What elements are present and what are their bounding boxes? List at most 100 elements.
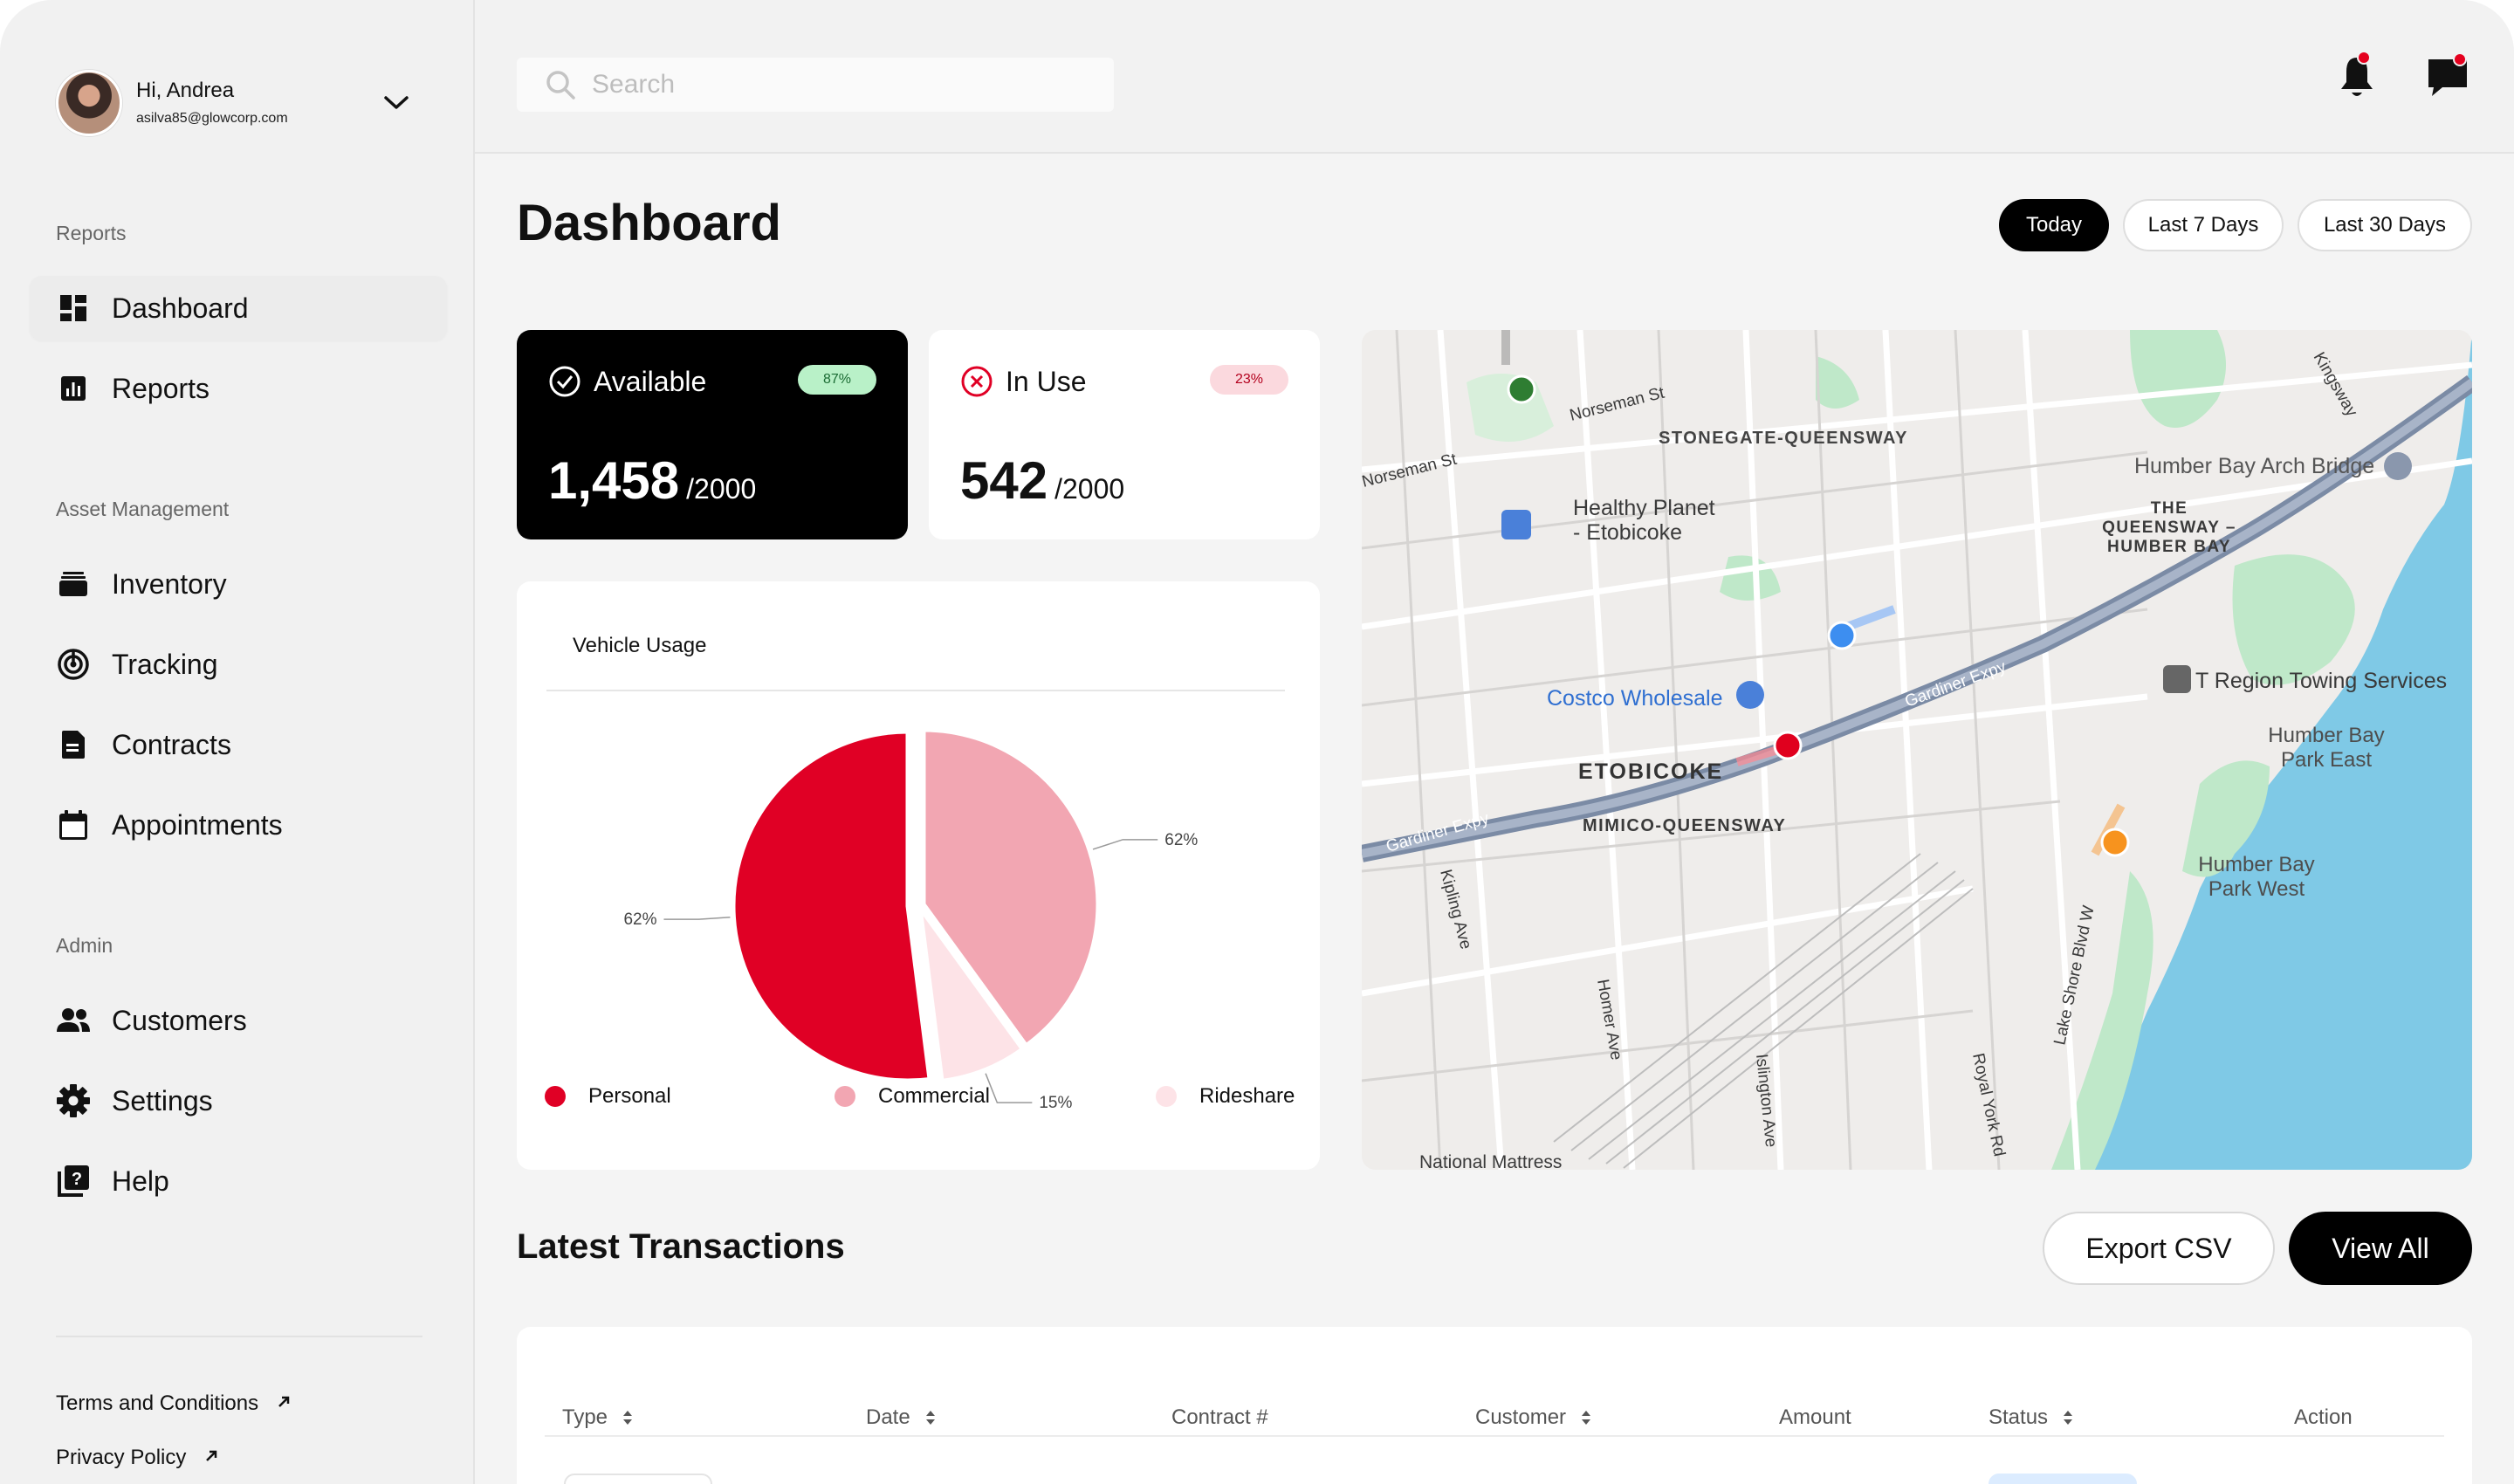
map-label: T Region Towing Services	[2195, 669, 2447, 693]
search-placeholder: Search	[592, 70, 676, 99]
available-card[interactable]: Available 87% 1,458/2000	[517, 330, 908, 539]
external-link-icon	[276, 1391, 292, 1416]
transactions-table: Type Date Contract # Customer Amount Sta…	[517, 1327, 2472, 1484]
available-header: Available	[548, 365, 706, 398]
sidebar-item-settings[interactable]: Settings	[30, 1068, 447, 1133]
map-label: Healthy Planet	[1573, 496, 1715, 520]
filter-today[interactable]: Today	[1999, 199, 2109, 251]
column-header-customer[interactable]: Customer	[1475, 1405, 1592, 1430]
column-header-action: Action	[2294, 1405, 2353, 1430]
in-use-label: In Use	[1006, 365, 1087, 397]
sidebar-item-help[interactable]: ? Help	[30, 1149, 447, 1213]
sidebar-item-reports[interactable]: Reports	[30, 356, 447, 421]
user-greeting: Hi, Andrea	[136, 79, 235, 102]
sidebar-item-label: Dashboard	[112, 292, 249, 324]
sidebar-divider	[56, 1336, 422, 1337]
chart-icon	[54, 369, 93, 408]
status-chip	[1989, 1474, 2137, 1484]
sidebar: Hi, Andrea asilva85@glowcorp.com Reports…	[0, 0, 475, 1484]
column-label: Customer	[1475, 1405, 1567, 1429]
calendar-icon	[54, 806, 93, 844]
available-badge: 87%	[798, 365, 876, 395]
vehicle-usage-title: Vehicle Usage	[573, 634, 707, 657]
check-circle-icon	[549, 366, 580, 397]
column-label: Status	[1989, 1405, 2049, 1429]
sidebar-item-label: Tracking	[112, 648, 218, 680]
legend-rideshare: Rideshare	[1156, 1084, 1295, 1109]
column-header-status[interactable]: Status	[1989, 1405, 2074, 1430]
user-email: asilva85@glowcorp.com	[136, 111, 288, 126]
document-icon	[54, 725, 93, 764]
legend-commercial: Commercial	[835, 1084, 990, 1109]
table-header-divider	[545, 1435, 2444, 1437]
legend-swatch	[545, 1086, 566, 1107]
pie-leader-line	[985, 1073, 1033, 1103]
export-csv-button[interactable]: Export CSV	[2043, 1212, 2275, 1285]
map-label: Park West	[2208, 877, 2305, 901]
map-label: Park East	[2281, 748, 2372, 772]
dashboard-icon	[54, 289, 93, 327]
map-label: National Mattress	[1419, 1152, 1562, 1170]
view-all-button[interactable]: View All	[2289, 1212, 2472, 1285]
inventory-icon	[54, 565, 93, 603]
section-label-reports: Reports	[56, 222, 127, 244]
sidebar-item-label: Customers	[112, 1004, 247, 1036]
privacy-link[interactable]: Privacy Policy	[56, 1446, 219, 1470]
user-profile[interactable]: Hi, Andrea asilva85@glowcorp.com	[56, 70, 422, 136]
help-icon: ?	[54, 1162, 93, 1200]
type-chip	[564, 1474, 712, 1484]
sort-icon	[623, 1411, 633, 1425]
search-input[interactable]: Search	[517, 58, 1114, 112]
vehicle-usage-divider	[546, 690, 1285, 691]
legend-label: Rideshare	[1199, 1084, 1295, 1108]
pie-chart: 62% 15% 62%	[623, 727, 1198, 1112]
transactions-title: Latest Transactions	[517, 1227, 845, 1266]
in-use-total: /2000	[1054, 473, 1125, 505]
sort-icon	[2064, 1411, 2073, 1425]
map-label: Humber Bay	[2268, 724, 2384, 747]
map-label: HUMBER BAY	[2107, 538, 2231, 556]
gear-icon	[54, 1082, 93, 1120]
sidebar-item-contracts[interactable]: Contracts	[30, 712, 447, 777]
column-header-date[interactable]: Date	[866, 1405, 937, 1430]
sidebar-item-label: Appointments	[112, 808, 283, 841]
in-use-card[interactable]: In Use 23% 542/2000	[929, 330, 1320, 539]
sidebar-item-label: Reports	[112, 372, 210, 404]
sidebar-item-dashboard[interactable]: Dashboard	[30, 276, 447, 340]
column-header-type[interactable]: Type	[562, 1405, 634, 1430]
pie-slice-personal	[731, 729, 932, 1083]
map-label: STONEGATE-QUEENSWAY	[1659, 429, 1908, 448]
messages-button[interactable]	[2421, 51, 2474, 103]
in-use-value: 542/2000	[960, 450, 1124, 511]
terms-link[interactable]: Terms and Conditions	[56, 1391, 292, 1416]
in-use-count: 542	[960, 451, 1048, 510]
chevron-down-icon[interactable]	[381, 87, 412, 119]
in-use-badge: 23%	[1210, 365, 1288, 395]
map-label: ETOBICOKE	[1578, 759, 1723, 784]
sidebar-item-appointments[interactable]: Appointments	[30, 793, 447, 857]
avatar	[56, 70, 122, 136]
map-label: Humber Bay	[2198, 853, 2314, 876]
sidebar-item-inventory[interactable]: Inventory	[30, 552, 447, 616]
filter-last-7-days[interactable]: Last 7 Days	[2123, 199, 2284, 251]
map-label: Costco Wholesale	[1547, 686, 1722, 711]
map-label: MIMICO-QUEENSWAY	[1583, 816, 1786, 835]
section-label-admin: Admin	[56, 934, 113, 957]
map-label: THE	[2151, 499, 2188, 518]
pie-leader-line	[1092, 839, 1158, 850]
column-label: Date	[866, 1405, 910, 1429]
vehicle-usage-card: Vehicle Usage 62% 15% 62% Personal Commerc…	[517, 581, 1320, 1170]
sidebar-item-customers[interactable]: Customers	[30, 988, 447, 1053]
privacy-label: Privacy Policy	[56, 1446, 187, 1469]
column-label: Type	[562, 1405, 608, 1429]
available-total: /2000	[686, 473, 757, 505]
notification-button[interactable]	[2331, 51, 2383, 103]
legend-personal: Personal	[545, 1084, 671, 1109]
column-header-amount: Amount	[1779, 1405, 1851, 1430]
legend-swatch	[1156, 1086, 1177, 1107]
sidebar-item-label: Inventory	[112, 567, 227, 600]
sidebar-item-tracking[interactable]: Tracking	[30, 632, 447, 697]
map-view[interactable]: Norseman St Norseman St STONEGATE-QUEENS…	[1362, 330, 2472, 1170]
sort-icon	[1582, 1411, 1591, 1425]
filter-last-30-days[interactable]: Last 30 Days	[2298, 199, 2472, 251]
